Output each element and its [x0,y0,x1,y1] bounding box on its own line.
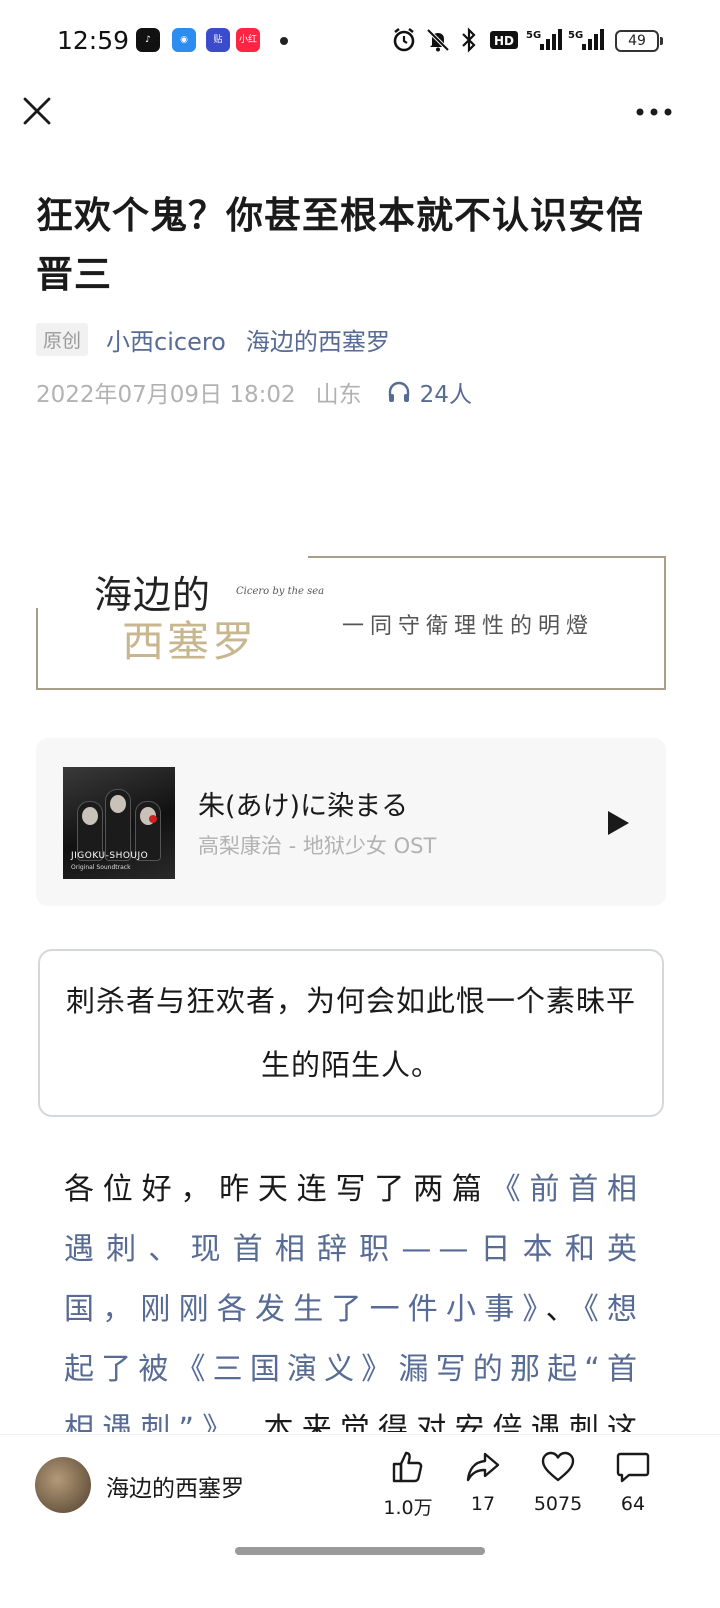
battery-indicator: 49 [615,30,663,52]
music-card[interactable]: JIGOKU-SHOUJO Original Soundtrack 朱(あけ)に… [36,738,666,906]
svg-text:HD: HD [494,34,514,48]
status-time: 12:59 [57,26,130,55]
cover-subtitle: Original Soundtrack [71,864,131,871]
svg-text:5G: 5G [568,30,583,41]
hd-icon: HD [490,31,518,49]
body-separator: 、 [545,1292,584,1327]
play-icon[interactable] [602,808,632,838]
avatar[interactable] [35,1457,91,1513]
banner-slogan: 一同守衛理性的明燈 [342,614,595,639]
banner-title-line2: 西塞罗 [122,617,258,666]
article-body: 各位好，昨天连写了两篇《前首相遇刺、现首相辞职——日本和英国，刚刚各发生了一件小… [64,1160,644,1432]
comment-button[interactable]: 64 [598,1449,668,1515]
xiaohongshu-app-icon: 小红书 [236,28,260,69]
banner-border [36,608,38,690]
favorite-button[interactable]: 5075 [523,1449,593,1515]
share-count: 17 [470,1493,496,1515]
headphones-icon [388,381,409,402]
album-cover: JIGOKU-SHOUJO Original Soundtrack [63,767,175,879]
banner-border [36,688,666,690]
banner-border [308,556,666,558]
comment-count: 64 [620,1493,646,1515]
quote-box: 刺杀者与狂欢者，为何会如此恨一个素昧平生的陌生人。 [38,949,664,1117]
publish-location: 山东 [315,382,362,408]
share-icon [466,1452,500,1482]
share-button[interactable]: 17 [448,1449,518,1515]
alarm-icon [393,28,415,52]
tiktok-app-icon: ♪ [136,28,160,52]
tieba-app-icon: 贴 [206,28,230,52]
bluetooth-icon [462,27,476,53]
like-count: 1.0万 [383,1497,433,1519]
thumbs-up-icon [392,1451,423,1483]
more-options-button[interactable] [630,97,678,127]
cover-face [82,807,98,825]
cover-face [110,795,126,813]
like-button[interactable]: 1.0万 [373,1449,443,1520]
cover-accent [149,815,157,823]
comment-icon [616,1452,650,1483]
home-indicator[interactable] [235,1547,485,1555]
author-link[interactable]: 小西cicero [106,322,226,357]
maps-app-icon: ◉ [172,28,196,52]
article-meta-secondary: 2022年07月09日 18:02 山东 24人 [36,374,472,410]
bottom-account-name[interactable]: 海边的西塞罗 [106,1469,244,1503]
account-banner: 海边的 Cicero by the sea 西塞罗 一同守衛理性的明燈 [36,556,666,690]
quote-text: 刺杀者与狂欢者，为何会如此恨一个素昧平生的陌生人。 [65,984,636,1082]
status-bar: 12:59 ♪ ◉ 贴小红书 HD 5G 5G 49 [0,0,720,82]
notification-dot [280,37,288,45]
body-intro: 各位好，昨天连写了两篇 [64,1172,491,1207]
listen-button[interactable]: 24人 [386,375,472,409]
signal-5g-icon: 5G [526,29,562,50]
listener-count: 24人 [419,382,472,408]
mute-bell-icon [426,28,450,52]
article-title: 狂欢个鬼？你甚至根本就不认识安倍晋三 [36,194,644,296]
signal-5g-secondary-icon: 5G [568,29,604,50]
song-title: 朱(あけ)に染まる [198,791,409,822]
article-meta: 原创 小西cicero 海边的西塞罗 [36,321,390,357]
heart-icon [541,1451,575,1482]
favorite-count: 5075 [533,1493,583,1515]
banner-title-en: Cicero by the sea [236,586,325,597]
cover-logo: JIGOKU-SHOUJO [71,851,149,861]
svg-text:5G: 5G [526,30,541,41]
bottom-action-bar: 海边的西塞罗 1.0万 17 5075 64 [0,1434,720,1608]
publish-date: 2022年07月09日 18:02 [36,382,296,408]
original-tag: 原创 [36,322,89,356]
close-button[interactable] [18,92,56,130]
song-artist: 高梨康治 - 地狱少女 OST [198,834,437,858]
banner-border [664,556,666,690]
account-link[interactable]: 海边的西塞罗 [246,322,390,357]
